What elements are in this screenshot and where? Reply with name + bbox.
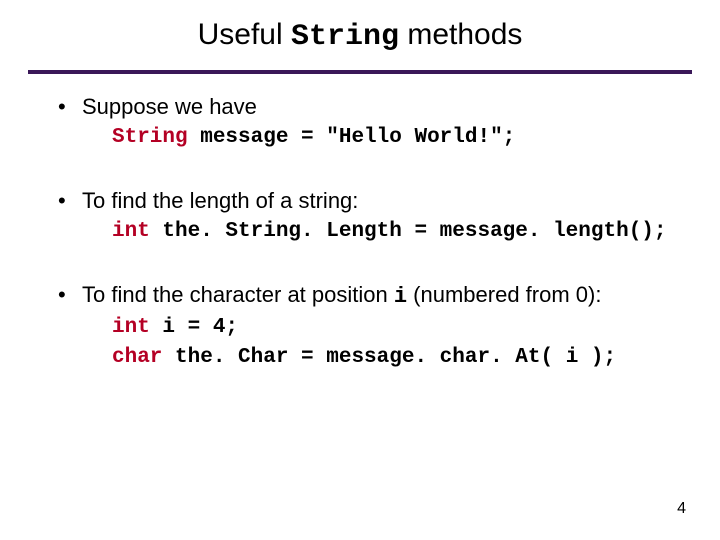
code-rest: the. String. Length = message. length(); <box>150 220 667 243</box>
keyword: int <box>112 220 150 243</box>
keyword: int <box>112 316 150 339</box>
code-rest: message = "Hello World!"; <box>188 126 516 149</box>
slide-content: Suppose we have String message = "Hello … <box>0 74 720 372</box>
code-line: String message = "Hello World!"; <box>82 124 668 152</box>
code-rest: the. Char = message. char. At( i ); <box>162 346 616 369</box>
keyword: char <box>112 346 162 369</box>
bullet-item: To find the character at position i (num… <box>52 280 668 372</box>
page-number: 4 <box>677 500 686 518</box>
slide-title: Useful String methods <box>0 0 720 64</box>
code-line: int the. String. Length = message. lengt… <box>82 218 668 246</box>
title-prefix: Useful <box>198 18 291 51</box>
code-line: char the. Char = message. char. At( i ); <box>82 344 668 372</box>
title-code: String <box>291 20 399 54</box>
code-rest: i = 4; <box>150 316 238 339</box>
code-line: int i = 4; <box>82 314 668 342</box>
bullet-item: To find the length of a string: int the.… <box>52 186 668 246</box>
bullet-text-pre: To find the character at position <box>82 282 394 307</box>
keyword: String <box>112 126 188 149</box>
slide: Useful String methods Suppose we have St… <box>0 0 720 540</box>
inline-code: i <box>394 284 407 309</box>
bullet-text: To find the length of a string: <box>82 188 358 213</box>
bullet-text: Suppose we have <box>82 94 257 119</box>
bullet-text-post: (numbered from 0): <box>407 282 601 307</box>
title-suffix: methods <box>399 18 522 51</box>
bullet-item: Suppose we have String message = "Hello … <box>52 92 668 152</box>
